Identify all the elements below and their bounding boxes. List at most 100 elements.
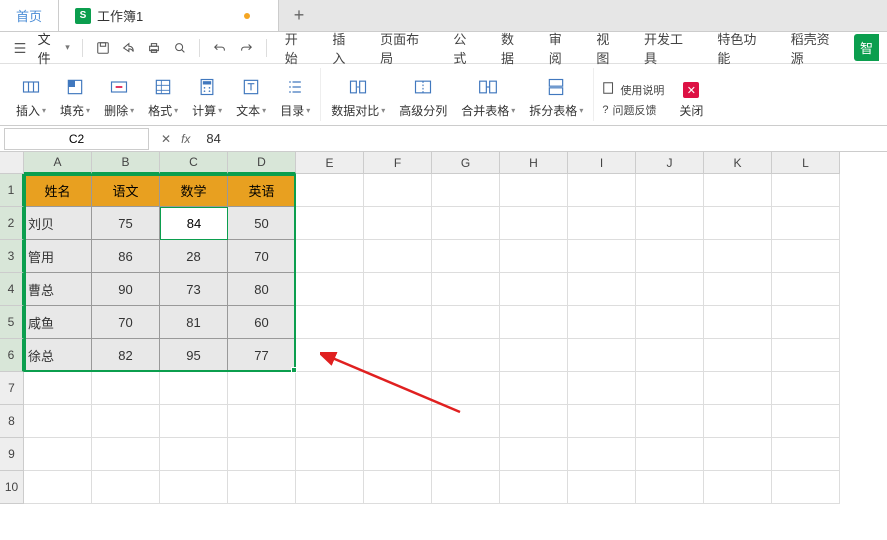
cell[interactable]: 95 (160, 339, 228, 372)
ribbon-text-button[interactable]: 文本▾ (232, 74, 270, 121)
column-header[interactable]: I (568, 152, 636, 174)
cell[interactable] (636, 438, 704, 471)
menu-resources[interactable]: 稻壳资源 (781, 25, 852, 71)
cell[interactable] (500, 471, 568, 504)
menu-insert[interactable]: 插入 (322, 25, 368, 71)
cell[interactable] (772, 471, 840, 504)
cell[interactable] (160, 405, 228, 438)
cell[interactable] (228, 471, 296, 504)
cell[interactable] (432, 372, 500, 405)
menu-special[interactable]: 特色功能 (707, 25, 778, 71)
cell[interactable] (500, 240, 568, 273)
file-menu[interactable]: 文件 ▾ (34, 29, 74, 67)
cell[interactable]: 60 (228, 306, 296, 339)
cell[interactable] (296, 339, 364, 372)
column-header[interactable]: G (432, 152, 500, 174)
cell[interactable]: 75 (92, 207, 160, 240)
cell[interactable] (500, 339, 568, 372)
name-box-input[interactable] (4, 128, 149, 150)
ribbon-advsplit-button[interactable]: 高级分列 (395, 74, 451, 121)
column-header[interactable]: J (636, 152, 704, 174)
cell[interactable] (228, 372, 296, 405)
cell[interactable] (432, 339, 500, 372)
select-all-corner[interactable] (0, 152, 24, 174)
cell[interactable] (704, 405, 772, 438)
share-icon[interactable] (116, 36, 140, 60)
menu-pagelayout[interactable]: 页面布局 (370, 25, 441, 71)
cell[interactable] (568, 372, 636, 405)
cell[interactable]: 70 (92, 306, 160, 339)
cell[interactable] (772, 438, 840, 471)
row-header[interactable]: 9 (0, 438, 24, 471)
cell[interactable] (160, 372, 228, 405)
cell[interactable] (160, 471, 228, 504)
ribbon-calc-button[interactable]: 计算▾ (188, 74, 226, 121)
undo-icon[interactable] (208, 36, 232, 60)
cell[interactable] (704, 273, 772, 306)
tab-home[interactable]: 首页 (0, 0, 59, 31)
column-header[interactable]: C (160, 152, 228, 174)
cell[interactable] (364, 438, 432, 471)
save-icon[interactable] (91, 36, 115, 60)
cell[interactable] (296, 405, 364, 438)
cell[interactable]: 73 (160, 273, 228, 306)
cell[interactable] (704, 438, 772, 471)
cell[interactable] (568, 207, 636, 240)
cell[interactable] (772, 339, 840, 372)
cell[interactable] (432, 306, 500, 339)
cell[interactable]: 84 (160, 207, 228, 240)
cell[interactable] (772, 273, 840, 306)
ribbon-format-button[interactable]: 格式▾ (144, 74, 182, 121)
ribbon-help-button[interactable]: 使用说明 (600, 80, 666, 99)
cell[interactable] (228, 405, 296, 438)
cell[interactable]: 管用 (24, 240, 92, 273)
cell[interactable] (92, 471, 160, 504)
cell[interactable] (500, 207, 568, 240)
cell[interactable] (636, 273, 704, 306)
cell[interactable] (500, 372, 568, 405)
cell[interactable] (704, 372, 772, 405)
cell[interactable] (364, 207, 432, 240)
cell[interactable] (432, 273, 500, 306)
cell[interactable]: 姓名 (24, 174, 92, 207)
cell[interactable]: 90 (92, 273, 160, 306)
ribbon-fill-button[interactable]: 填充▾ (56, 74, 94, 121)
cell[interactable] (364, 471, 432, 504)
cell[interactable] (704, 339, 772, 372)
cancel-icon[interactable]: ✕ (161, 132, 171, 146)
cell[interactable] (568, 273, 636, 306)
print-icon[interactable] (142, 36, 166, 60)
cell[interactable] (704, 240, 772, 273)
cell[interactable] (704, 207, 772, 240)
row-header[interactable]: 5 (0, 306, 24, 339)
row-header[interactable]: 7 (0, 372, 24, 405)
cell[interactable] (364, 273, 432, 306)
cell[interactable]: 82 (92, 339, 160, 372)
cell[interactable] (24, 471, 92, 504)
cell[interactable]: 英语 (228, 174, 296, 207)
cell[interactable] (568, 471, 636, 504)
ribbon-toc-button[interactable]: 目录▾ (276, 74, 314, 121)
cell[interactable] (228, 438, 296, 471)
cell[interactable] (296, 438, 364, 471)
cell[interactable] (568, 438, 636, 471)
cell[interactable] (704, 174, 772, 207)
cell[interactable] (432, 240, 500, 273)
menu-start[interactable]: 开始 (275, 25, 321, 71)
menu-review[interactable]: 审阅 (539, 25, 585, 71)
cell[interactable] (296, 174, 364, 207)
cell[interactable] (636, 207, 704, 240)
cell[interactable] (432, 174, 500, 207)
ribbon-datacompare-button[interactable]: 数据对比▾ (327, 74, 389, 121)
cell[interactable] (364, 306, 432, 339)
ribbon-merge-button[interactable]: 合并表格▾ (457, 74, 519, 121)
cell[interactable] (432, 438, 500, 471)
ribbon-close-button[interactable]: ✕ 关闭 (672, 80, 710, 121)
cell[interactable] (704, 306, 772, 339)
cell[interactable] (500, 438, 568, 471)
redo-icon[interactable] (234, 36, 258, 60)
cell[interactable] (636, 174, 704, 207)
row-header[interactable]: 10 (0, 471, 24, 504)
cell[interactable] (92, 372, 160, 405)
cell[interactable] (568, 405, 636, 438)
